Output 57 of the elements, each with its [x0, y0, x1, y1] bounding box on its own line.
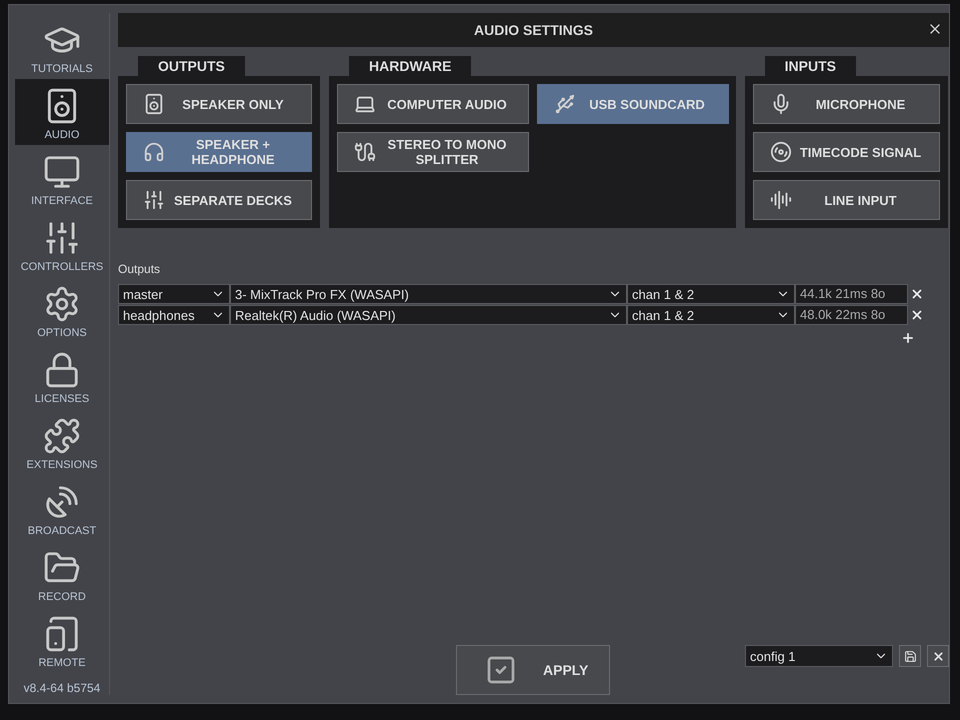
sidebar-label: CONTROLLERS: [20, 261, 104, 273]
dropdown[interactable]: headphones: [118, 305, 230, 325]
dropdown[interactable]: 3- MixTrack Pro FX (WASAPI): [230, 284, 627, 304]
save-button[interactable]: [899, 645, 921, 667]
option-button[interactable]: MICROPHONE: [753, 84, 940, 124]
sidebar-label: LICENSES: [34, 393, 90, 405]
sidebar-label: INTERFACE: [31, 195, 93, 207]
add-button[interactable]: [901, 331, 915, 345]
sidebar-item[interactable]: RECORD: [15, 541, 109, 607]
delete-button[interactable]: [927, 645, 949, 667]
dropdown[interactable]: master: [118, 284, 230, 304]
close-icon: [932, 650, 944, 662]
save-icon: [904, 650, 916, 662]
option-button[interactable]: TIMECODE SIGNAL: [753, 132, 940, 172]
sidebar-label: TUTORIALS: [31, 63, 93, 75]
sidebar-item[interactable]: AUDIO: [15, 79, 109, 145]
speaker-icon: [143, 93, 165, 115]
sidebar-item[interactable]: TUTORIALS: [15, 13, 109, 79]
sidebar-item[interactable]: INTERFACE: [15, 145, 109, 211]
cable-icon: [354, 141, 376, 163]
outputs-label: Outputs: [118, 262, 162, 276]
sidebar-label: AUDIO: [44, 129, 80, 141]
plus-icon: [901, 331, 915, 345]
sliders-icon: [143, 189, 165, 211]
window-title: AUDIO SETTINGS: [474, 22, 593, 38]
version-text: v8.4-64 b5754: [22, 681, 102, 695]
sidebar-label: RECORD: [38, 591, 86, 603]
close-icon: [910, 308, 924, 322]
dropdown[interactable]: Realtek(R) Audio (WASAPI): [230, 305, 627, 325]
dropdown[interactable]: chan 1 & 2: [627, 305, 795, 325]
headphones-icon: [143, 141, 165, 163]
option-button[interactable]: STEREO TO MONO SPLITTER: [337, 132, 529, 172]
option-button[interactable]: LINE INPUT: [753, 180, 940, 220]
sidebar-item[interactable]: EXTENSIONS: [15, 409, 109, 475]
usb-icon: [554, 93, 576, 115]
device-info: 44.1k 21ms 8o: [795, 284, 908, 304]
puzzle-icon: [43, 417, 81, 455]
dropdown[interactable]: chan 1 & 2: [627, 284, 795, 304]
apply-button[interactable]: APPLY: [456, 645, 610, 695]
sidebar-label: BROADCAST: [28, 525, 96, 537]
sidebar-item[interactable]: BROADCAST: [15, 475, 109, 541]
device-info: 48.0k 22ms 8o: [795, 305, 908, 325]
sidebar-label: EXTENSIONS: [26, 459, 98, 471]
sidebar-label: OPTIONS: [37, 327, 87, 339]
sidebar-item[interactable]: REMOTE: [15, 607, 109, 673]
close-icon: [910, 287, 924, 301]
option-button[interactable]: SPEAKER ONLY: [126, 84, 312, 124]
option-button[interactable]: COMPUTER AUDIO: [337, 84, 529, 124]
option-button[interactable]: SPEAKER + HEADPHONE: [126, 132, 312, 172]
sidebar-label: REMOTE: [38, 657, 86, 669]
sidebar-item[interactable]: LICENSES: [15, 343, 109, 409]
option-button[interactable]: USB SOUNDCARD: [537, 84, 729, 124]
checkbox-icon: [485, 654, 517, 686]
option-button[interactable]: SEPARATE DECKS: [126, 180, 312, 220]
sidebar-item[interactable]: OPTIONS: [15, 277, 109, 343]
sidebar-item[interactable]: CONTROLLERS: [15, 211, 109, 277]
config-dropdown[interactable]: config 1: [745, 645, 893, 667]
